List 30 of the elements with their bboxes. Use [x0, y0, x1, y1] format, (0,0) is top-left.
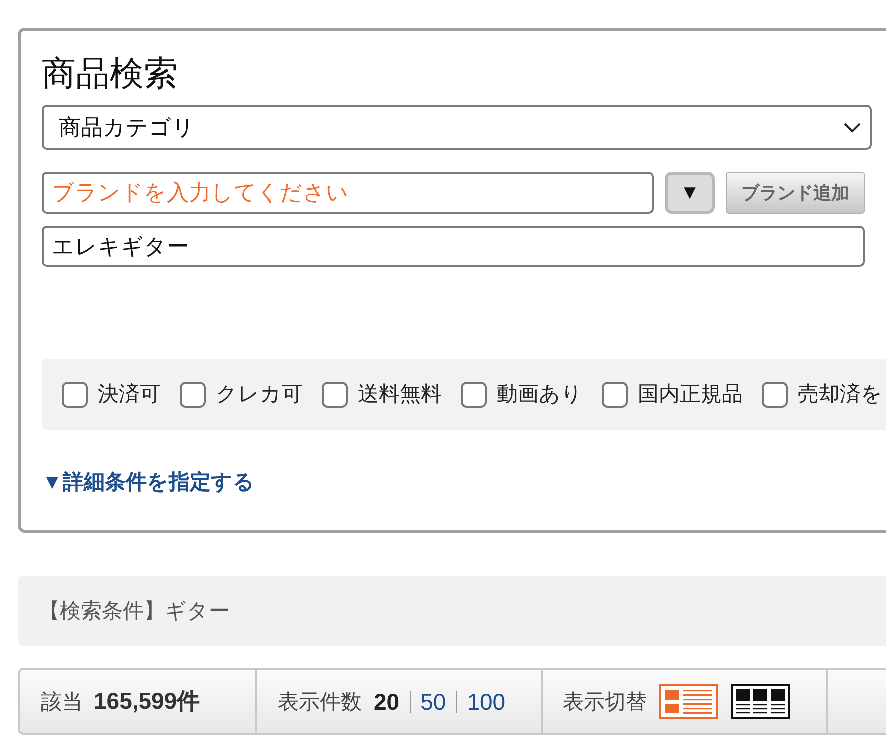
list-view-icon[interactable]	[659, 684, 718, 719]
checkbox[interactable]	[461, 382, 487, 408]
advanced-search-link[interactable]: ▼詳細条件を指定する	[42, 469, 255, 497]
chevron-down-icon	[844, 122, 861, 132]
checkbox-label: 売却済を	[798, 382, 883, 408]
checkbox[interactable]	[62, 382, 88, 408]
panel-title: 商品検索	[42, 54, 179, 94]
grid-view-icon[interactable]	[731, 684, 790, 719]
result-count: 165,599件	[94, 687, 200, 716]
checkbox-label: 動画あり	[497, 382, 583, 408]
count-label: 該当	[41, 690, 83, 716]
checkbox[interactable]	[180, 382, 206, 408]
per-page-option[interactable]: 50	[410, 690, 456, 712]
brand-dropdown-button[interactable]: ▼	[665, 172, 715, 214]
search-conditions-text: 【検索条件】ギター	[39, 599, 230, 625]
per-page-option[interactable]: 100	[456, 690, 516, 712]
checkbox[interactable]	[602, 382, 628, 408]
per-page-label: 表示件数	[278, 690, 362, 716]
keyword-input-field[interactable]: エレキギター	[42, 226, 865, 267]
add-brand-button[interactable]: ブランド追加	[726, 172, 865, 214]
checkbox-label: 送料無料	[358, 382, 442, 408]
checkbox[interactable]	[762, 382, 788, 408]
per-page-option[interactable]: 20	[374, 690, 410, 712]
view-switch-label: 表示切替	[563, 690, 647, 716]
checkbox-label: クレカ可	[216, 382, 303, 408]
checkbox[interactable]	[322, 382, 348, 408]
checkbox-label: 国内正規品	[638, 382, 743, 408]
category-select[interactable]: 商品カテゴリ	[42, 105, 872, 150]
checkbox-label: 決済可	[98, 382, 161, 408]
brand-input-field[interactable]: ブランドを入力してください	[42, 172, 654, 214]
